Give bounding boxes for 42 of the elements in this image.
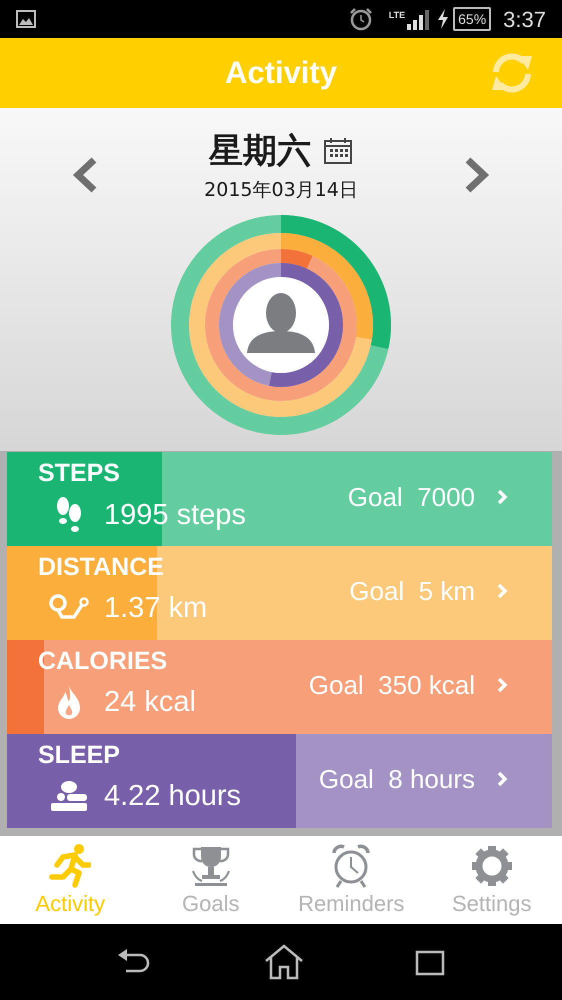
goal-label: Goal 5 km [349, 575, 475, 608]
clock-time: 3:37 [503, 6, 546, 34]
battery-indicator: 65% [453, 7, 492, 31]
metric-title: CALORIES [38, 646, 168, 677]
footprints-icon [55, 496, 83, 534]
goal-label: Goal 350 kcal [308, 669, 475, 702]
metric-value: 4.22 hours [104, 779, 242, 814]
tab[interactable]: Activity [0, 836, 140, 924]
image-icon [16, 10, 36, 28]
calendar-icon[interactable] [323, 137, 353, 165]
tab[interactable]: Goals [140, 836, 281, 924]
tab[interactable]: Reminders [281, 836, 422, 924]
metric-title: STEPS [38, 458, 121, 489]
flame-icon [56, 685, 82, 719]
chevron-right-icon [497, 771, 508, 787]
alarm-clock-icon [348, 7, 373, 31]
chevron-right-icon [497, 677, 508, 693]
goal-label: Goal 8 hours [318, 763, 475, 796]
signal-icon [405, 8, 430, 30]
metric-title: SLEEP [38, 740, 121, 771]
weekday-label: 星期六 [209, 134, 311, 168]
tab[interactable]: Settings [422, 836, 562, 924]
charging-bolt-icon [437, 9, 450, 29]
running-person-icon [49, 843, 92, 889]
metric-row[interactable]: STEPS 1995 steps Goal 7000 [7, 452, 552, 546]
network-type: LTE [388, 11, 406, 20]
chevron-right-icon [497, 489, 508, 505]
metric-row[interactable]: CALORIES 24 kcal Goal 350 kcal [7, 640, 552, 734]
metric-title: DISTANCE [38, 552, 165, 583]
metric-value: 1995 steps [104, 498, 246, 533]
date-label: 2015年03月14日 [204, 178, 358, 203]
page-title: Activity [225, 54, 337, 92]
chevron-right-icon [497, 583, 508, 599]
settings-icon [470, 843, 513, 889]
goal-label: Goal 7000 [348, 481, 475, 514]
metric-value: 1.37 km [104, 591, 208, 626]
metric-row[interactable]: SLEEP 4.22 hours Goal 8 hours [7, 734, 552, 828]
sleeping-person-icon [49, 780, 89, 812]
metric-value: 24 kcal [104, 685, 196, 720]
avatar-icon[interactable] [233, 276, 329, 372]
metric-row[interactable]: DISTANCE 1.37 km Goal 5 km [7, 546, 552, 640]
alarm-clock-icon [330, 843, 372, 889]
